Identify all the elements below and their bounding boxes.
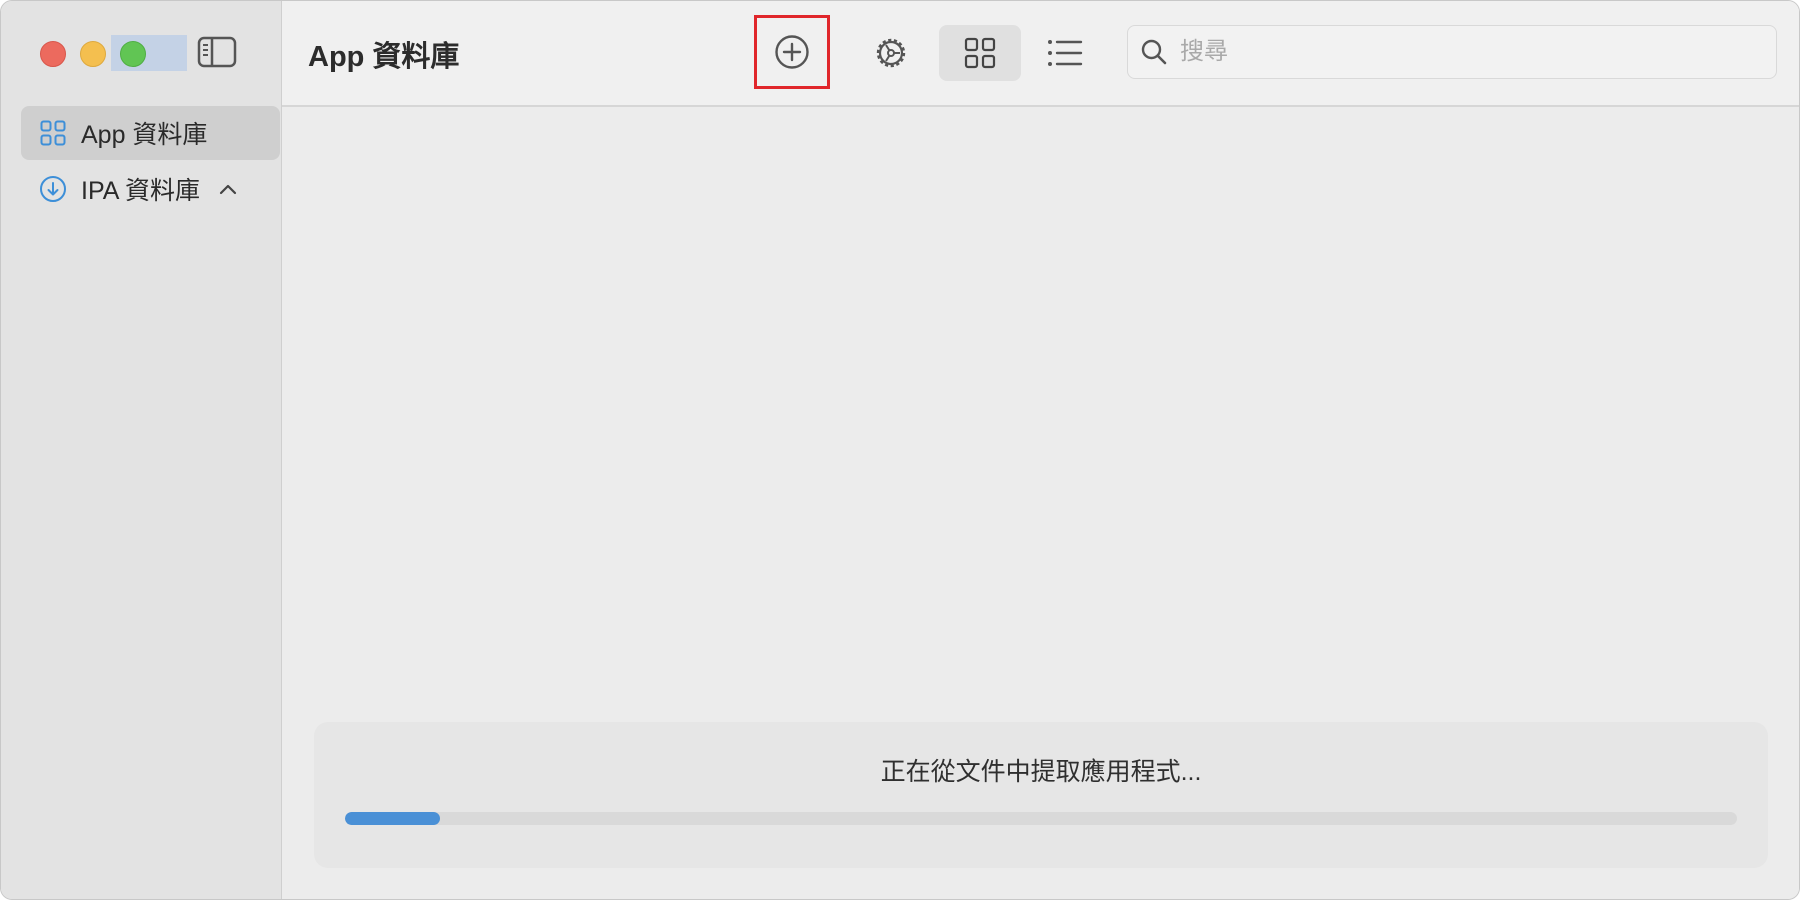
plus-circle-icon	[775, 35, 809, 69]
sidebar-item-label: IPA 資料庫	[81, 177, 201, 205]
app-window: App 資料庫 IPA 資料庫 App 資料庫 搜尋 正在從文件中提取應用程式.…	[0, 0, 1800, 900]
grid-icon	[964, 37, 996, 69]
grid-view-button[interactable]	[939, 25, 1021, 81]
toolbar: App 資料庫	[282, 1, 1799, 107]
progress-bar-fill	[345, 812, 440, 825]
progress-bar	[345, 812, 1737, 825]
add-button[interactable]	[754, 15, 830, 89]
search-input[interactable]	[1178, 37, 1762, 67]
sidebar-item-app-library[interactable]: App 資料庫	[21, 106, 280, 160]
download-circle-icon	[39, 175, 67, 203]
sidebar: App 資料庫 IPA 資料庫	[1, 1, 282, 899]
grid-icon	[39, 119, 67, 147]
sidebar-toggle-button[interactable]	[197, 36, 237, 68]
search-icon	[1140, 38, 1168, 66]
page-title: App 資料庫	[308, 41, 460, 73]
sidebar-item-ipa-library[interactable]: IPA 資料庫	[21, 162, 281, 216]
chevron-up-icon[interactable]	[218, 179, 238, 199]
sidebar-icon	[197, 36, 237, 68]
search-field[interactable]	[1127, 25, 1777, 79]
progress-message: 正在從文件中提取應用程式...	[880, 758, 1202, 786]
main-panel: App 資料庫 搜尋 正在從文件中提取應用程式...	[282, 1, 1799, 899]
gear-icon	[876, 38, 906, 68]
zoom-window-button[interactable]	[120, 41, 146, 67]
minimize-window-button[interactable]	[80, 41, 106, 67]
list-view-button[interactable]	[1024, 25, 1106, 81]
list-icon	[1048, 40, 1083, 66]
progress-panel: 正在從文件中提取應用程式...	[314, 722, 1768, 868]
sidebar-item-label: App 資料庫	[81, 121, 208, 149]
close-window-button[interactable]	[40, 41, 66, 67]
settings-button[interactable]	[850, 25, 932, 81]
